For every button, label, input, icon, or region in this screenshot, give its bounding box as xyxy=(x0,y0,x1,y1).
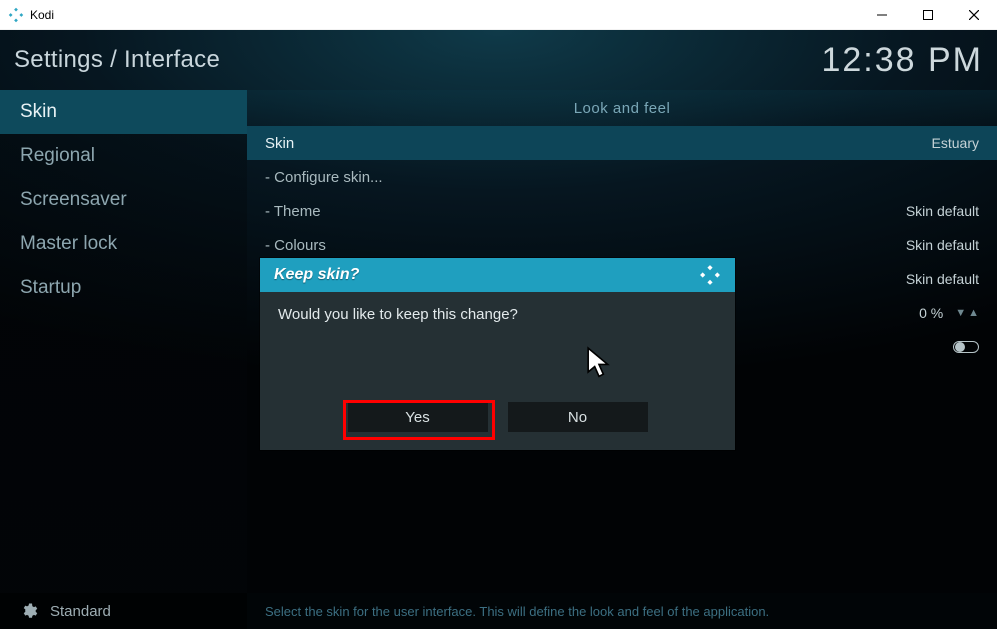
dialog-title: Keep skin? xyxy=(274,266,359,284)
settings-sidebar: Skin Regional Screensaver Master lock St… xyxy=(0,90,247,593)
setting-row-colours[interactable]: - Colours Skin default xyxy=(247,228,997,262)
settings-level-label: Standard xyxy=(50,603,111,620)
dialog-title-bar: Keep skin? xyxy=(260,258,735,292)
sidebar-item-label: Master lock xyxy=(20,233,117,255)
setting-value: Skin default xyxy=(906,203,979,219)
close-button[interactable] xyxy=(951,0,997,30)
window-titlebar: Kodi xyxy=(0,0,997,30)
setting-row-theme[interactable]: - Theme Skin default xyxy=(247,194,997,228)
window-title: Kodi xyxy=(30,8,54,22)
dialog-yes-button[interactable]: Yes xyxy=(348,402,488,432)
setting-row-skin[interactable]: Skin Estuary xyxy=(247,126,997,160)
breadcrumb: Settings / Interface xyxy=(14,46,220,74)
setting-value: Estuary xyxy=(932,135,979,151)
sidebar-item-screensaver[interactable]: Screensaver xyxy=(0,178,247,222)
sidebar-item-label: Skin xyxy=(20,101,57,123)
setting-row-configure-skin[interactable]: - Configure skin... xyxy=(247,160,997,194)
sidebar-item-label: Regional xyxy=(20,145,95,167)
sidebar-item-master-lock[interactable]: Master lock xyxy=(0,222,247,266)
setting-value: Skin default xyxy=(906,237,979,253)
sidebar-item-label: Screensaver xyxy=(20,189,127,211)
setting-value: 0 % xyxy=(919,305,943,321)
kodi-logo-icon xyxy=(699,264,721,286)
minimize-button[interactable] xyxy=(859,0,905,30)
setting-label: - Theme xyxy=(265,203,321,220)
sidebar-item-startup[interactable]: Startup xyxy=(0,266,247,310)
sidebar-item-skin[interactable]: Skin xyxy=(0,90,247,134)
dialog-message: Would you like to keep this change? xyxy=(260,292,735,402)
kodi-app-icon xyxy=(8,7,24,23)
app-root: Settings / Interface 12:38 PM Skin Regio… xyxy=(0,30,997,629)
section-header: Look and feel xyxy=(247,90,997,126)
setting-value: Skin default xyxy=(906,271,979,287)
keep-skin-dialog: Keep skin? Would you like to keep this c… xyxy=(260,258,735,450)
window-controls xyxy=(859,0,997,30)
dialog-no-button[interactable]: No xyxy=(508,402,648,432)
rss-toggle[interactable] xyxy=(953,341,979,353)
setting-label: - Configure skin... xyxy=(265,169,383,186)
maximize-button[interactable] xyxy=(905,0,951,30)
app-header: Settings / Interface 12:38 PM xyxy=(0,30,997,90)
settings-level-selector[interactable]: Standard xyxy=(0,593,247,629)
setting-label: Skin xyxy=(265,135,294,152)
chevron-up-icon[interactable]: ▲ xyxy=(968,307,979,319)
footer-help-text: Select the skin for the user interface. … xyxy=(247,593,997,629)
sidebar-item-regional[interactable]: Regional xyxy=(0,134,247,178)
setting-label: - Colours xyxy=(265,237,326,254)
chevron-down-icon[interactable]: ▼ xyxy=(955,307,966,319)
gear-icon xyxy=(20,602,38,620)
zoom-spinner[interactable]: ▼ ▲ xyxy=(955,307,979,319)
clock: 12:38 PM xyxy=(821,41,983,80)
sidebar-item-label: Startup xyxy=(20,277,81,299)
